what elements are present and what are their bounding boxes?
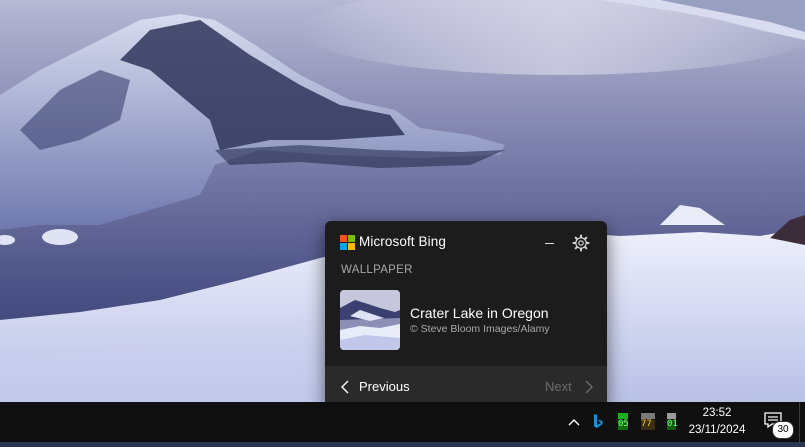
taskbar-clock[interactable]: 23:52 23/11/2024 [683,404,751,440]
minimize-button[interactable] [540,233,560,253]
wallpaper-card[interactable]: Crater Lake in Oregon © Steve Bloom Imag… [340,290,600,352]
chevron-right-icon [585,380,593,394]
notification-count-badge: 30 [772,421,794,439]
gpu-temp-icon[interactable]: 77 [638,402,658,442]
microsoft-logo-icon [340,235,355,250]
wallpaper-credit: © Steve Bloom Images/Alamy [410,323,550,335]
section-title: WALLPAPER [341,264,413,276]
clock-date: 23/11/2024 [688,424,746,436]
notification-center-button[interactable]: 30 [760,407,794,439]
gpu-temp-value: 77 [641,419,652,429]
cpu-temp-value: 05 [618,419,629,429]
bing-wallpaper-flyout: Microsoft Bing WALLPAPER Crater Lake in … [325,221,607,408]
bing-icon[interactable] [589,402,605,442]
previous-button[interactable]: Previous [337,374,437,400]
settings-button[interactable] [571,233,591,253]
next-button[interactable]: Next [537,374,597,400]
next-label: Next [545,379,572,394]
wallpaper-thumbnail [340,290,400,350]
drive-temp-value: 01 [667,419,678,429]
gear-icon [572,234,590,252]
cpu-temp-icon[interactable]: 05 [614,402,632,442]
taskbar: 05 77 01 23:52 23/11/2024 30 [0,402,805,442]
brand-name: Microsoft Bing [359,234,446,249]
drive-temp-icon[interactable]: 01 [663,402,679,442]
previous-label: Previous [359,379,410,394]
wallpaper-title: Crater Lake in Oregon [410,305,549,321]
chevron-up-icon[interactable] [566,402,582,442]
flyout-header: Microsoft Bing [325,221,607,265]
chevron-left-icon [341,380,349,394]
clock-time: 23:52 [702,407,732,419]
show-desktop-button[interactable] [799,402,805,442]
